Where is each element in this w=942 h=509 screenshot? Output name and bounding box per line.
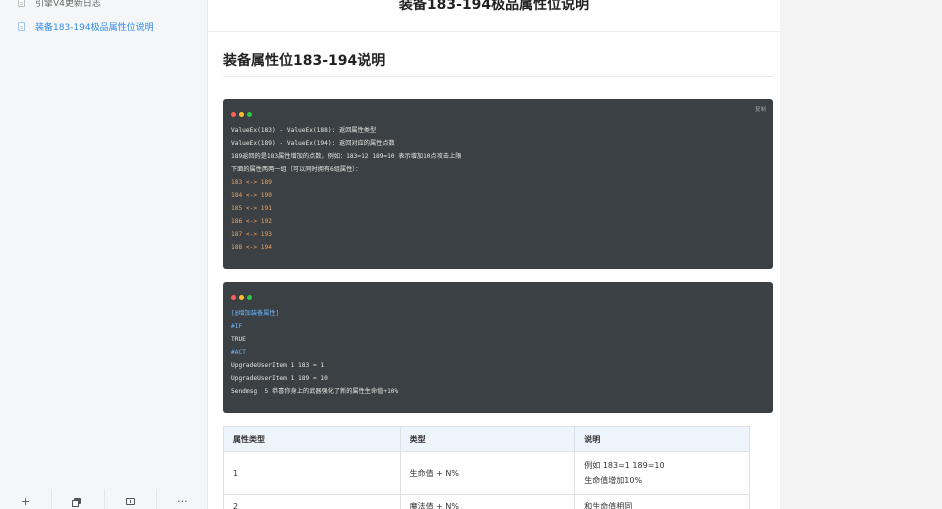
sidebar-item-label: 装备183-194极品属性位说明 <box>35 22 154 33</box>
cell-line: 例如 183=1 189=10 <box>584 461 665 470</box>
column-header: 类型 <box>399 426 576 452</box>
table-cell: 1 <box>223 451 401 495</box>
code-line: 189返回的是183属性增加的点数，例如：183=12 189=10 表示增加1… <box>231 153 462 160</box>
green-dot-icon <box>247 295 252 300</box>
red-dot-icon <box>231 112 236 117</box>
code-line: 187 <-> 193 <box>231 231 272 238</box>
window-dots <box>231 295 765 307</box>
code-line: 184 <-> 190 <box>231 192 272 199</box>
code-line: 185 <-> 191 <box>231 205 272 212</box>
yellow-dot-icon <box>239 295 244 300</box>
code-line: 183 <-> 189 <box>231 179 272 186</box>
sidebar-item-changelog[interactable]: 引擎V4更新日志 <box>0 0 208 14</box>
code-block: 复制 ValueEx(183) - ValueEx(188): 返回属性类型 V… <box>223 99 773 269</box>
code-line: UpgradeUserItem 1 189 = 10 <box>231 375 328 382</box>
code-line: [@增加装备属性] <box>231 310 280 317</box>
code-block: [@增加装备属性] #IF TRUE #ACT UpgradeUserItem … <box>223 282 773 413</box>
column-header: 属性类型 <box>223 426 401 452</box>
sidebar: 引擎V4更新日志 装备183-194极品属性位说明 + ··· <box>0 0 208 509</box>
copy-code-button[interactable]: 复制 <box>755 104 766 117</box>
page-title: 装备183-194极品属性位说明 <box>398 0 590 13</box>
code-line: 下面的属性两两一组（可以同时拥有6组属性）： <box>231 166 362 173</box>
column-header: 说明 <box>574 426 750 452</box>
main-content: 装备183-194极品属性位说明 装备属性位183-194说明 复制 Value… <box>208 0 780 509</box>
sidebar-item-label: 引擎V4更新日志 <box>35 0 101 9</box>
code-line: UpgradeUserItem 1 183 = 1 <box>231 362 325 369</box>
code-line: 186 <-> 192 <box>231 218 272 225</box>
document-icon <box>18 21 25 31</box>
cell-line: 生命值增加10% <box>584 476 643 485</box>
divider <box>223 76 773 77</box>
table-header-row: 属性类型 类型 说明 <box>223 426 750 452</box>
red-dot-icon <box>231 295 236 300</box>
right-gutter <box>780 0 942 509</box>
code-line: ValueEx(183) - ValueEx(188): 返回属性类型 <box>231 127 377 134</box>
table-cell: 生命值 + N% <box>399 451 576 495</box>
more-button[interactable]: ··· <box>157 489 208 509</box>
new-folder-button[interactable] <box>105 489 157 509</box>
table-row: 2 魔法值 + N% 和生命值相同 <box>223 494 750 509</box>
folder-add-icon <box>125 497 135 505</box>
code-line: #ACT <box>231 349 246 356</box>
table-row: 1 生命值 + N% 例如 183=1 189=10 生命值增加10% <box>223 451 750 495</box>
table-cell: 2 <box>223 494 401 509</box>
window-dots <box>231 112 765 124</box>
divider <box>208 31 780 32</box>
yellow-dot-icon <box>239 112 244 117</box>
code-line: TRUE <box>231 336 246 343</box>
code-line: Sendmsg 5 恭喜你身上的武器强化了新的属性生命值+10% <box>231 388 399 395</box>
add-button[interactable]: + <box>0 489 53 509</box>
table-cell: 魔法值 + N% <box>399 494 576 509</box>
sidebar-footer: + ··· <box>0 489 208 509</box>
code-line: ValueEx(189) - ValueEx(194): 返回对应的属性点数 <box>231 140 395 147</box>
green-dot-icon <box>247 112 252 117</box>
code-line: #IF <box>231 323 243 330</box>
copy-icon <box>72 498 82 507</box>
table-cell: 和生命值相同 <box>574 494 750 509</box>
ellipsis-icon: ··· <box>177 494 188 508</box>
sidebar-item-equipment-attr[interactable]: 装备183-194极品属性位说明 <box>0 14 208 38</box>
section-heading: 装备属性位183-194说明 <box>223 53 386 69</box>
attribute-table: 属性类型 类型 说明 1 生命值 + N% 例如 183=1 189=10 生命… <box>223 426 750 509</box>
code-line: 188 <-> 194 <box>231 244 272 251</box>
duplicate-button[interactable] <box>52 489 105 509</box>
document-icon <box>18 0 25 7</box>
table-cell: 例如 183=1 189=10 生命值增加10% <box>574 451 750 495</box>
plus-icon: + <box>21 494 31 508</box>
